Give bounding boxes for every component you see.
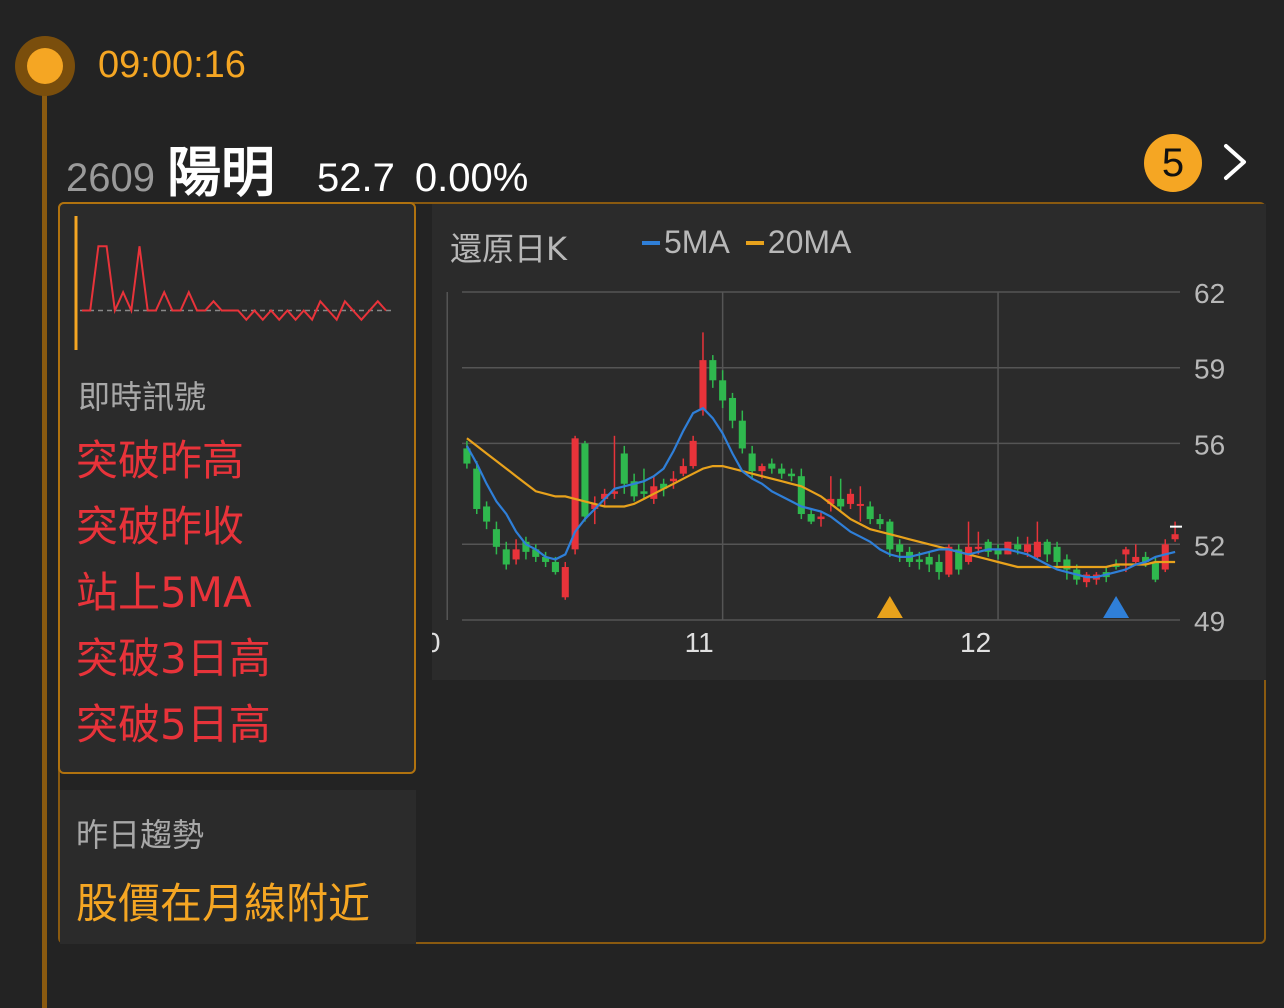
stock-price: 52.7 (316, 156, 395, 200)
legend-swatch-ma20 (745, 240, 764, 245)
candle (886, 519, 894, 557)
x-tick-label: 10 (432, 627, 440, 658)
candle (1151, 556, 1159, 583)
candle (778, 463, 786, 479)
realtime-signal-panel: 即時訊號 突破昨高 突破昨收 站上5MA 突破3日高 突破5日高 (58, 202, 416, 774)
candle (994, 544, 1002, 560)
candle (787, 468, 796, 482)
legend-item-ma5: 5MA (642, 224, 730, 261)
intraday-mini-chart (74, 216, 392, 350)
candle (1132, 544, 1140, 565)
candle (935, 554, 943, 580)
candle (1004, 541, 1012, 555)
y-tick-label: 49 (1194, 606, 1225, 637)
candle (837, 478, 845, 512)
legend-label-ma20: 20MA (767, 224, 852, 260)
stock-change: 0.00% (414, 156, 529, 200)
candle (561, 561, 569, 600)
stock-header[interactable]: 2609 陽明 52.7 0.00% (66, 128, 529, 204)
triangle-up-icon (1103, 596, 1130, 618)
legend-item-ma20: 20MA (745, 224, 852, 261)
trend-title: 昨日趨勢 (76, 816, 205, 854)
chart-legend: 5MA 20MA (642, 224, 867, 261)
candle (728, 392, 737, 429)
candlestick-chart: 62 59 56 52 49 10 11 12 (432, 278, 1225, 658)
chevron-right-icon[interactable] (1218, 140, 1252, 184)
y-tick-label: 62 (1194, 278, 1225, 309)
candle (709, 355, 717, 388)
candle (738, 410, 746, 454)
candle (964, 521, 973, 565)
candle (768, 458, 776, 474)
legend-label-ma5: 5MA (664, 224, 730, 260)
signal-list: 突破昨高 突破昨收 站上5MA 突破3日高 突破5日高 (76, 434, 271, 764)
signal-item: 突破5日高 (76, 700, 271, 749)
legend-swatch-ma5 (642, 240, 660, 245)
candle (1033, 521, 1041, 560)
candle (640, 468, 648, 499)
candle (1171, 521, 1179, 542)
candle (797, 468, 805, 520)
y-tick-label: 52 (1194, 530, 1225, 561)
candle (483, 501, 491, 530)
candle (1043, 539, 1051, 562)
candle (492, 521, 500, 555)
signal-item: 突破昨高 (76, 436, 245, 485)
candle (719, 370, 727, 409)
candle (502, 541, 510, 570)
trend-text: 股價在月線附近 (76, 879, 371, 928)
candle (866, 501, 874, 525)
signal-item: 站上5MA (76, 568, 252, 617)
candle (1092, 572, 1100, 585)
yesterday-trend-panel: 昨日趨勢 股價在月線附近 (60, 790, 416, 944)
timeline-dot-icon (15, 36, 75, 96)
signal-title: 即時訊號 (78, 378, 207, 416)
timestamp: 09:00:16 (98, 44, 246, 86)
stock-code: 2609 (66, 156, 155, 200)
candle (679, 458, 687, 477)
timeline-line (42, 70, 47, 1008)
candle (699, 332, 707, 416)
candle (512, 539, 520, 565)
intraday-price-line (82, 245, 387, 322)
signal-count-badge[interactable]: 5 (1144, 134, 1202, 192)
x-tick-label: 12 (960, 627, 991, 658)
chart-title: 還原日K (450, 230, 567, 268)
triangle-up-icon (876, 596, 903, 618)
candle (807, 508, 815, 525)
candle (650, 476, 658, 504)
signal-item: 突破3日高 (76, 634, 271, 683)
candle (581, 440, 589, 522)
candle (876, 514, 884, 530)
candle (630, 473, 638, 502)
stock-name: 陽明 (166, 141, 275, 204)
candle (925, 551, 933, 573)
candle (1083, 572, 1091, 588)
y-tick-label: 59 (1194, 354, 1225, 385)
candle (1053, 541, 1061, 568)
candle (896, 539, 904, 562)
candle (856, 486, 864, 522)
candle (463, 440, 471, 469)
candle (955, 544, 963, 575)
candle (689, 435, 697, 469)
signal-item: 突破昨收 (76, 502, 245, 551)
daily-k-chart-panel[interactable]: 62 59 56 52 49 10 11 12 還原日K 5MA 20MA (432, 204, 1266, 680)
candle (846, 488, 855, 509)
candle (984, 539, 992, 557)
x-tick-label: 11 (685, 627, 714, 658)
y-tick-label: 56 (1194, 429, 1225, 460)
